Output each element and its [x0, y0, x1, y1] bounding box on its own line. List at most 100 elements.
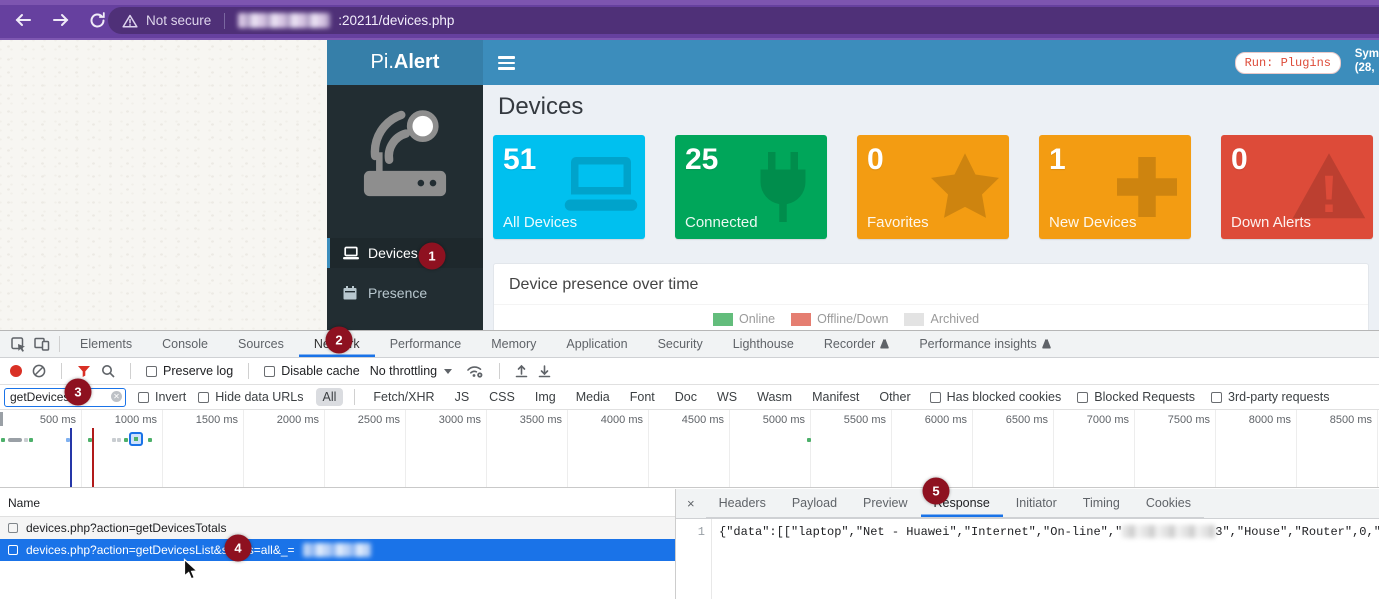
devtools-tab-sources[interactable]: Sources: [223, 331, 299, 357]
waterfall-mark: [112, 438, 116, 442]
sidebar-item-presence[interactable]: Presence: [327, 278, 483, 308]
close-icon[interactable]: ×: [676, 496, 706, 511]
detail-tab-payload[interactable]: Payload: [779, 489, 850, 517]
throttling-select[interactable]: No throttling: [370, 364, 452, 378]
devtools-tab-recorder[interactable]: Recorder: [809, 331, 904, 357]
search-icon[interactable]: [101, 364, 115, 378]
checkbox-box: [1211, 392, 1222, 403]
checkbox-3rd-party-requests[interactable]: 3rd-party requests: [1211, 390, 1329, 404]
tab-label: Performance insights: [919, 337, 1036, 351]
timeline-gridline: [81, 410, 82, 487]
devtools-tab-security[interactable]: Security: [643, 331, 718, 357]
response-json-line[interactable]: {"data":[["laptop","Net - Huawei","Inter…: [712, 519, 1379, 599]
filter-funnel-icon[interactable]: [77, 365, 91, 378]
hide-data-urls-checkbox[interactable]: Hide data URLs: [198, 390, 303, 404]
name-column-header[interactable]: Name: [8, 496, 40, 510]
card-label: All Devices: [503, 214, 577, 231]
hamburger-menu-icon[interactable]: [498, 56, 515, 70]
page-title: Devices: [498, 93, 583, 121]
timeline-scroll-nub: [0, 412, 3, 426]
redacted-host: [238, 13, 330, 28]
legend-swatch: [791, 313, 811, 326]
request-row[interactable]: devices.php?action=getDevicesList&status…: [0, 539, 675, 561]
checkbox-blocked-requests[interactable]: Blocked Requests: [1077, 390, 1195, 404]
filter-type-media[interactable]: Media: [569, 388, 617, 406]
waterfall-mark: [148, 438, 152, 442]
tab-strip: [0, 0, 1379, 5]
legend-swatch: [904, 313, 924, 326]
filter-type-manifest[interactable]: Manifest: [805, 388, 866, 406]
reload-icon[interactable]: [86, 9, 108, 31]
browser-toolbar: Not secure :20211/devices.php: [0, 0, 1379, 40]
clear-icon[interactable]: [32, 364, 46, 378]
card-all-devices[interactable]: 51All Devices: [493, 135, 645, 239]
filter-type-doc[interactable]: Doc: [668, 388, 704, 406]
timeline-tick-label: 1500 ms: [196, 414, 243, 426]
card-favorites[interactable]: 0Favorites: [857, 135, 1009, 239]
extra-filter-checkboxes: Has blocked cookies Blocked Requests 3rd-p…: [930, 390, 1330, 404]
detail-tab-preview[interactable]: Preview: [850, 489, 920, 517]
import-har-icon[interactable]: [515, 364, 528, 378]
sidebar-item-devices[interactable]: Devices: [327, 238, 483, 268]
forward-icon[interactable]: [50, 9, 72, 31]
detail-tab-initiator[interactable]: Initiator: [1003, 489, 1070, 517]
record-button[interactable]: [10, 365, 22, 377]
filter-type-css[interactable]: CSS: [482, 388, 522, 406]
timeline-gridline: [1377, 410, 1378, 487]
clear-filter-icon[interactable]: ✕: [111, 391, 122, 402]
router-logo-icon: [349, 97, 461, 220]
presence-panel-title: Device presence over time: [494, 264, 1368, 305]
request-table-header[interactable]: Name: [0, 489, 675, 517]
inspect-element-icon[interactable]: [6, 334, 30, 354]
address-bar[interactable]: Not secure :20211/devices.php: [108, 7, 1379, 34]
main-content: Devices 51All Devices 25Connected 0Favorit…: [483, 85, 1379, 330]
pialert-brand[interactable]: Pi.Alert: [327, 40, 483, 85]
disable-cache-checkbox[interactable]: Disable cache: [264, 364, 360, 378]
export-har-icon[interactable]: [538, 364, 551, 378]
devtools-tab-memory[interactable]: Memory: [476, 331, 551, 357]
devtools-tab-elements[interactable]: Elements: [65, 331, 147, 357]
filter-type-all[interactable]: All: [316, 388, 344, 406]
experiment-flask-icon: [1042, 338, 1051, 350]
checkbox-has-blocked-cookies[interactable]: Has blocked cookies: [930, 390, 1062, 404]
laptop-icon: [343, 246, 359, 260]
tab-label: Performance: [390, 337, 462, 351]
network-filter-bar: ✕ Invert Hide data URLs All Fetch/XHR JS CS…: [0, 385, 1379, 410]
devtools-tab-console[interactable]: Console: [147, 331, 223, 357]
waterfall-mark: [807, 438, 811, 442]
selected-request-mark[interactable]: [129, 432, 143, 446]
invert-checkbox[interactable]: Invert: [138, 390, 186, 404]
filter-type-font[interactable]: Font: [623, 388, 662, 406]
preserve-log-checkbox[interactable]: Preserve log: [146, 364, 233, 378]
tab-label: Console: [162, 337, 208, 351]
devtools-tab-performance-insights[interactable]: Performance insights: [904, 331, 1065, 357]
request-checkbox[interactable]: [8, 545, 18, 555]
network-conditions-icon[interactable]: [466, 364, 484, 379]
filter-type-js[interactable]: JS: [448, 388, 477, 406]
filter-type-img[interactable]: Img: [528, 388, 563, 406]
filter-type-ws[interactable]: WS: [710, 388, 744, 406]
run-plugins-button[interactable]: Run: Plugins: [1235, 52, 1341, 74]
timeline-tick-label: 2500 ms: [358, 414, 405, 426]
detail-tab-timing[interactable]: Timing: [1070, 489, 1133, 517]
request-row[interactable]: devices.php?action=getDevicesTotals: [0, 517, 675, 539]
detail-tab-cookies[interactable]: Cookies: [1133, 489, 1204, 517]
card-new-devices[interactable]: 1New Devices: [1039, 135, 1191, 239]
detail-tab-headers[interactable]: Headers: [706, 489, 779, 517]
card-down-alerts[interactable]: 0Down Alerts: [1221, 135, 1373, 239]
filter-type-other[interactable]: Other: [872, 388, 917, 406]
device-toolbar-icon[interactable]: [30, 334, 54, 354]
filter-divider: [354, 389, 355, 405]
waterfall-mark: [66, 438, 70, 442]
devtools-tab-performance[interactable]: Performance: [375, 331, 477, 357]
filter-type-wasm[interactable]: Wasm: [750, 388, 799, 406]
card-connected[interactable]: 25Connected: [675, 135, 827, 239]
back-icon[interactable]: [12, 9, 34, 31]
card-label: Connected: [685, 214, 758, 231]
devtools-tab-application[interactable]: Application: [551, 331, 642, 357]
legend-item-archived: Archived: [904, 312, 979, 326]
network-overview-timeline[interactable]: 500 ms1000 ms1500 ms2000 ms2500 ms3000 m…: [0, 410, 1379, 488]
devtools-tab-lighthouse[interactable]: Lighthouse: [718, 331, 809, 357]
filter-type-fetch-xhr[interactable]: Fetch/XHR: [366, 388, 441, 406]
request-checkbox[interactable]: [8, 523, 18, 533]
